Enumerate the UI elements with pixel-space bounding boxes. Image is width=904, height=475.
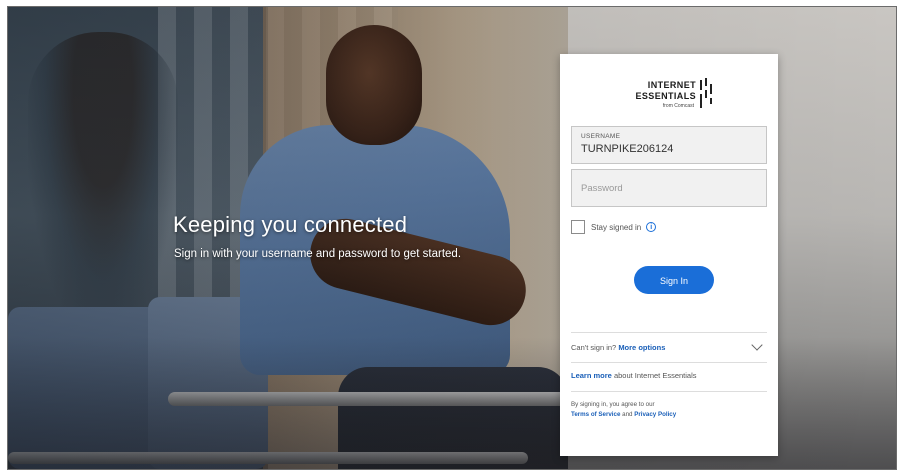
privacy-policy-link[interactable]: Privacy Policy <box>634 411 676 418</box>
more-options-toggle[interactable]: Can't sign in? More options <box>571 339 767 355</box>
hero-title: Keeping you connected <box>173 212 408 237</box>
more-options-link[interactable]: More options <box>618 343 665 352</box>
cant-sign-in-text: Can't sign in? More options <box>571 343 665 352</box>
divider <box>571 362 767 363</box>
stay-signed-in-checkbox[interactable] <box>571 220 585 234</box>
logo-text-line1: INTERNET <box>647 80 696 90</box>
hero-subtitle: Sign in with your username and password … <box>174 248 462 260</box>
learn-more-suffix: about Internet Essentials <box>613 371 697 380</box>
login-card: INTERNET ESSENTIALS from Comcast USERNAM… <box>560 54 778 456</box>
username-label: USERNAME <box>581 133 621 140</box>
chevron-down-icon[interactable] <box>751 339 763 351</box>
sign-in-button[interactable]: Sign In <box>634 266 714 294</box>
internet-essentials-logo: INTERNET ESSENTIALS from Comcast <box>622 74 726 120</box>
terms-and: and <box>622 411 633 418</box>
learn-more-row: Learn more about Internet Essentials <box>571 371 697 380</box>
username-value: TURNPIKE206124 <box>581 143 674 155</box>
stay-signed-in-row: Stay signed in i <box>571 219 657 235</box>
info-icon[interactable]: i <box>646 222 657 232</box>
learn-more-link[interactable]: Learn more <box>571 371 612 380</box>
terms-of-service-link[interactable]: Terms of Service <box>571 411 620 418</box>
divider <box>571 391 767 392</box>
logo-text-line2: ESSENTIALS <box>635 91 696 101</box>
password-field[interactable]: Password <box>571 169 767 207</box>
cant-sign-in-label: Can't sign in? <box>571 342 617 352</box>
logo-text-line3: from Comcast <box>662 103 694 109</box>
password-placeholder: Password <box>581 183 623 194</box>
stay-signed-in-label[interactable]: Stay signed in <box>591 223 641 232</box>
page-background: Keeping you connected Sign in with your … <box>7 6 897 470</box>
divider <box>571 332 767 333</box>
terms-notice: By signing in, you agree to our Terms of… <box>571 400 676 420</box>
terms-intro: By signing in, you agree to our <box>571 401 655 408</box>
username-field[interactable]: USERNAME TURNPIKE206124 <box>571 126 767 164</box>
